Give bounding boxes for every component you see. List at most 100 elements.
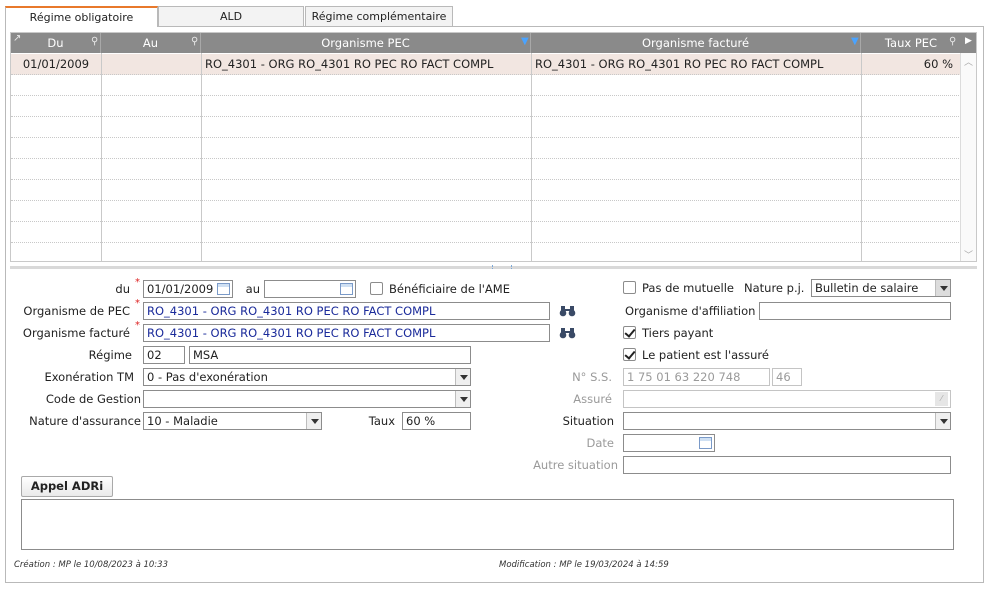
- appel-adri-button[interactable]: Appel ADRi: [21, 476, 113, 497]
- nature-assurance-select[interactable]: 10 - Maladie: [143, 412, 322, 430]
- chevron-right-icon[interactable]: ▶: [965, 36, 972, 46]
- beneficiaire-ame-label: Bénéficiaire de l'AME: [389, 282, 510, 296]
- assure-label: Assuré: [573, 392, 612, 406]
- chevron-down-icon[interactable]: [935, 413, 950, 429]
- organisme-facture-label: Organisme facturé: [22, 326, 130, 340]
- cell-taux-pec: 60 %: [923, 57, 953, 71]
- binoculars-search-icon[interactable]: [559, 327, 576, 339]
- tab-ald[interactable]: ALD: [158, 6, 304, 26]
- creation-info: Création : MP le 10/08/2023 à 10:33: [14, 560, 168, 570]
- organisme-affiliation-label: Organisme d'affiliation: [625, 304, 756, 318]
- column-header-organisme-pec[interactable]: Organisme PEC: [201, 33, 531, 53]
- search-icon[interactable]: ⚲: [949, 36, 956, 47]
- taux-label: Taux: [368, 414, 395, 428]
- required-marker: *: [135, 277, 140, 288]
- cell-du: 01/01/2009: [22, 57, 90, 71]
- table-row[interactable]: 01/01/2009 RO_4301 - ORG RO_4301 RO PEC …: [11, 54, 961, 75]
- chevron-down-icon[interactable]: [455, 391, 470, 407]
- exoneration-label: Exonération TM: [44, 370, 134, 384]
- nature-pj-label: Nature p.j.: [744, 281, 805, 295]
- regime-code-field[interactable]: 02: [143, 346, 185, 364]
- tiers-payant-checkbox[interactable]: [623, 326, 636, 339]
- table-row: [11, 96, 961, 117]
- autre-situation-field[interactable]: [623, 456, 951, 474]
- situation-label: Situation: [562, 414, 614, 428]
- splitter[interactable]: [10, 265, 977, 272]
- assure-field[interactable]: ⁄: [623, 390, 951, 408]
- autre-situation-label: Autre situation: [533, 458, 618, 472]
- column-header-taux-pec[interactable]: Taux PEC: [861, 33, 961, 53]
- table-row: [11, 180, 961, 201]
- table-row: [11, 201, 961, 222]
- cell-organisme-facture: RO_4301 - ORG RO_4301 RO PEC RO FACT COM…: [535, 57, 824, 71]
- pas-mutuelle-label: Pas de mutuelle: [642, 281, 734, 295]
- taux-field[interactable]: 60 %: [402, 412, 471, 430]
- search-icon[interactable]: ⚲: [191, 36, 198, 47]
- organisme-facture-field[interactable]: RO_4301 - ORG RO_4301 RO PEC RO FACT COM…: [143, 324, 550, 342]
- required-marker: *: [135, 298, 140, 309]
- table-row: [11, 117, 961, 138]
- chevron-down-icon[interactable]: [935, 280, 950, 296]
- date-field[interactable]: [623, 434, 715, 452]
- modification-info: Modification : MP le 19/03/2024 à 14:59: [499, 560, 669, 570]
- situation-select[interactable]: [623, 412, 951, 430]
- column-divider: [101, 53, 102, 261]
- du-date-field[interactable]: 01/01/2009: [143, 280, 233, 298]
- nss-field[interactable]: 1 75 01 63 220 748: [623, 368, 770, 386]
- date-label: Date: [586, 436, 615, 450]
- edit-icon[interactable]: ⁄: [935, 392, 948, 406]
- column-divider: [201, 53, 202, 261]
- chevron-down-icon[interactable]: [455, 369, 470, 385]
- required-marker: *: [135, 320, 140, 331]
- table-row: [11, 138, 961, 159]
- du-label: du: [115, 282, 130, 296]
- au-label: au: [245, 282, 260, 296]
- table-row: [11, 222, 961, 243]
- filter-icon[interactable]: ▼: [851, 36, 859, 47]
- sort-icon[interactable]: ↗: [13, 33, 21, 44]
- regime-label: Régime: [88, 348, 132, 362]
- cell-au: [101, 54, 201, 75]
- calendar-icon[interactable]: [217, 283, 230, 295]
- column-divider: [861, 53, 862, 261]
- table-row: [11, 75, 961, 96]
- organisme-affiliation-field[interactable]: [759, 302, 951, 320]
- search-icon[interactable]: ⚲: [91, 36, 98, 47]
- grid-header: Du ↗ ⚲ Au ⚲ Organisme PEC ▼ Organisme fa…: [11, 33, 976, 53]
- pas-mutuelle-checkbox[interactable]: [623, 281, 636, 294]
- nature-pj-select[interactable]: Bulletin de salaire: [811, 279, 951, 297]
- calendar-icon[interactable]: [340, 283, 353, 295]
- patient-assure-label: Le patient est l'assuré: [642, 348, 769, 362]
- column-divider: [531, 53, 532, 261]
- chevron-down-icon[interactable]: [306, 413, 321, 429]
- nss-label: N° S.S.: [572, 370, 612, 384]
- beneficiaire-ame-checkbox[interactable]: [370, 282, 383, 295]
- cell-organisme-pec: RO_4301 - ORG RO_4301 RO PEC RO FACT COM…: [205, 57, 494, 71]
- adri-result-textarea[interactable]: [21, 499, 954, 550]
- patient-assure-checkbox[interactable]: [623, 348, 636, 361]
- column-header-du[interactable]: Du: [11, 33, 101, 53]
- binoculars-search-icon[interactable]: [559, 305, 576, 317]
- organisme-pec-label: Organisme de PEC: [23, 304, 130, 318]
- au-date-field[interactable]: [264, 280, 356, 298]
- nss-key-field[interactable]: 46: [772, 368, 802, 386]
- calendar-icon[interactable]: [699, 437, 712, 449]
- column-header-organisme-facture[interactable]: Organisme facturé: [531, 33, 861, 53]
- tab-regime-complementaire[interactable]: Régime complémentaire: [305, 6, 453, 26]
- code-gestion-label: Code de Gestion: [45, 392, 141, 406]
- coverage-grid: Du ↗ ⚲ Au ⚲ Organisme PEC ▼ Organisme fa…: [10, 32, 977, 262]
- chevron-up-icon[interactable]: ︿: [964, 55, 973, 68]
- table-row: [11, 159, 961, 180]
- code-gestion-select[interactable]: [143, 390, 471, 408]
- organisme-pec-field[interactable]: RO_4301 - ORG RO_4301 RO PEC RO FACT COM…: [143, 302, 550, 320]
- tab-regime-obligatoire[interactable]: Régime obligatoire: [5, 6, 158, 27]
- tiers-payant-label: Tiers payant: [642, 326, 714, 340]
- nature-assurance-label: Nature d'assurance: [29, 414, 141, 428]
- exoneration-select[interactable]: 0 - Pas d'exonération: [143, 368, 471, 386]
- splitter-grip[interactable]: [492, 265, 512, 269]
- regime-name-field[interactable]: MSA: [189, 346, 471, 364]
- column-header-au[interactable]: Au: [101, 33, 201, 53]
- chevron-down-icon[interactable]: ﹀: [964, 248, 973, 261]
- filter-icon[interactable]: ▼: [521, 36, 529, 47]
- vertical-scrollbar[interactable]: ︿ ﹀: [960, 53, 976, 261]
